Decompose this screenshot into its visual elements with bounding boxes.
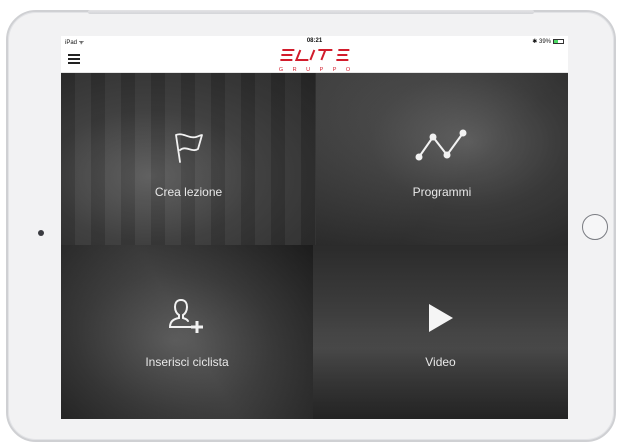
tile-label: Video	[425, 355, 456, 369]
line-chart-icon	[415, 129, 467, 161]
elite-logo-mark	[280, 49, 350, 61]
tile-video[interactable]: Video	[313, 245, 568, 419]
status-time: 08:21	[306, 38, 323, 44]
elite-logo: G R U P P O	[275, 48, 354, 73]
camera-icon	[38, 230, 44, 236]
tile-label: Inserisci ciclista	[145, 355, 229, 369]
add-user-icon	[168, 299, 203, 333]
menu-grid: Crea lezione Programmi Inserisci ciclist…	[61, 73, 568, 419]
battery-text: ✱ 39%	[532, 39, 551, 45]
tile-inserisci-ciclista[interactable]: Inserisci ciclista	[61, 245, 313, 419]
home-button[interactable]	[582, 214, 608, 240]
play-icon	[428, 304, 453, 332]
battery-icon	[553, 39, 564, 44]
app-header: G R U P P O	[61, 46, 568, 73]
tile-label: Programmi	[412, 185, 472, 199]
tile-label: Crea lezione	[154, 185, 223, 199]
hamburger-menu-icon[interactable]	[68, 54, 80, 64]
tile-crea-lezione[interactable]: Crea lezione	[61, 73, 316, 245]
ipad-top-edge	[88, 10, 534, 14]
tile-programmi[interactable]: Programmi	[316, 73, 568, 245]
app-screen: iPad ᯤ 08:21 ✱ 39% G R U P P O Crea lezi…	[61, 36, 568, 419]
flag-icon	[174, 133, 203, 163]
status-battery: ✱ 39%	[532, 38, 564, 45]
status-bar: iPad ᯤ 08:21 ✱ 39%	[61, 36, 568, 46]
